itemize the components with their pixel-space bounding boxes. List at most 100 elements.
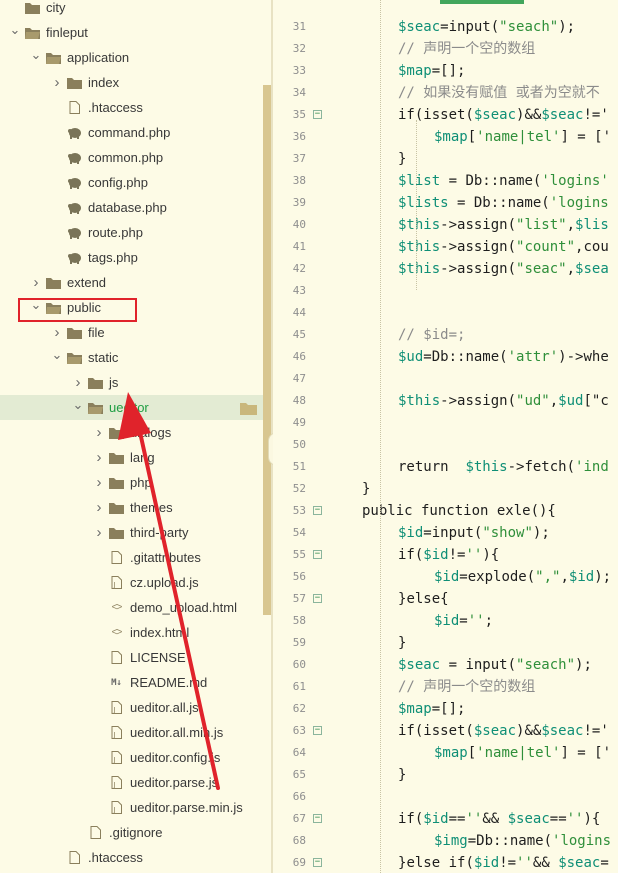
php-file-icon	[66, 150, 83, 165]
tree-item-ueditor-all-js[interactable]: Jueditor.all.js	[0, 695, 263, 720]
code-token: );	[558, 19, 576, 35]
tree-item-application[interactable]: ⌄ application	[0, 45, 263, 70]
tree-item-index[interactable]: › index	[0, 70, 263, 95]
tree-item-command-php[interactable]: command.php	[0, 120, 263, 145]
code-line: $map['name|tel'] = ['	[434, 126, 611, 148]
tree-item-js[interactable]: › js	[0, 370, 263, 395]
tree-item-ueditor-parse-min-js[interactable]: Jueditor.parse.min.js	[0, 795, 263, 820]
tree-item-route-php[interactable]: route.php	[0, 220, 263, 245]
line-number: 65	[292, 768, 306, 781]
line-number: 68	[292, 834, 306, 847]
line-number: 64	[292, 746, 306, 759]
line-number: 51	[292, 460, 306, 473]
code-token: ->assign(	[440, 393, 517, 409]
tree-item-gitignore[interactable]: .gitignore	[0, 820, 263, 845]
code-editor[interactable]: 31 32 33 34 35 36 37 38 39 40 41 42 43 44 45 46 47 48 49 50…	[273, 0, 618, 873]
code-token: ){	[482, 547, 500, 563]
code-token: ){	[583, 811, 601, 827]
code-token: $this	[398, 393, 441, 409]
code-token: $seac	[473, 723, 517, 739]
chevron-down-icon[interactable]: ⌄	[8, 22, 22, 38]
folder-open-icon	[24, 25, 41, 40]
code-token: =	[459, 613, 468, 629]
code-line: if(isset($seac)&&$seac!='	[398, 104, 609, 126]
code-token: $id	[434, 569, 460, 585]
tree-item-lang[interactable]: › lang	[0, 445, 263, 470]
tree-item-ueditor-all-min-js[interactable]: Jueditor.all.min.js	[0, 720, 263, 745]
tree-item-finleput[interactable]: ⌄ finleput	[0, 20, 263, 45]
tree-item-license[interactable]: LICENSE	[0, 645, 263, 670]
folder-icon	[87, 375, 104, 390]
tree-item-label: php	[130, 475, 152, 490]
tree-item-ueditor-config-js[interactable]: Jueditor.config.js	[0, 745, 263, 770]
code-line: if($id!=''){	[398, 544, 499, 566]
tree-item-label: ueditor	[109, 400, 149, 415]
tree-item-tags-php[interactable]: tags.php	[0, 245, 263, 270]
folder-icon	[108, 500, 125, 515]
fold-toggle-icon[interactable]: −	[313, 110, 322, 119]
file-icon	[66, 100, 83, 115]
code-area[interactable]: $seac=input("seach");// 声明一个空的数组 $map=[];…	[326, 0, 618, 873]
code-token: 'logins	[552, 833, 612, 849]
code-token: else if	[406, 855, 466, 871]
fold-toggle-icon[interactable]: −	[313, 858, 322, 867]
file-tree-scrollbar[interactable]	[263, 85, 271, 615]
tree-item-dialogs[interactable]: › dialogs	[0, 420, 263, 445]
chevron-down-icon[interactable]: ⌄	[50, 347, 64, 363]
chevron-right-icon[interactable]: ›	[50, 324, 64, 341]
fold-toggle-icon[interactable]: −	[313, 726, 322, 735]
tree-item-htaccess[interactable]: .htaccess	[0, 845, 263, 870]
code-token: $id	[423, 811, 449, 827]
fold-toggle-icon[interactable]: −	[313, 550, 322, 559]
tree-item-label: LICENSE	[130, 650, 186, 665]
tree-item-themes[interactable]: › themes	[0, 495, 263, 520]
tree-item-label: .htaccess	[88, 100, 143, 115]
code-line: $seac=input("seach");	[398, 16, 575, 38]
tree-item-ueditor-parse-js[interactable]: Jueditor.parse.js	[0, 770, 263, 795]
code-token: $seac	[398, 657, 441, 673]
code-token: 'ind	[575, 459, 609, 475]
chevron-right-icon[interactable]: ›	[92, 474, 106, 491]
tree-item-city[interactable]: city	[0, 0, 263, 20]
tree-item-database-php[interactable]: database.php	[0, 195, 263, 220]
code-token: );	[575, 657, 592, 673]
tree-item-extend[interactable]: › extend	[0, 270, 263, 295]
tree-item-cz-upload-js[interactable]: Jcz.upload.js	[0, 570, 263, 595]
tree-item-file[interactable]: › file	[0, 320, 263, 345]
chevron-down-icon[interactable]: ⌄	[71, 397, 85, 413]
tree-item-label: ueditor.parse.js	[130, 775, 219, 790]
tree-item-demo-upload-html[interactable]: <> demo_upload.html	[0, 595, 263, 620]
tree-item-common-php[interactable]: common.php	[0, 145, 263, 170]
tree-item-third-party[interactable]: › third-party	[0, 520, 263, 545]
chevron-down-icon[interactable]: ⌄	[29, 47, 43, 63]
chevron-right-icon[interactable]: ›	[92, 449, 106, 466]
chevron-right-icon[interactable]: ›	[92, 424, 106, 441]
code-token: = input(	[440, 657, 517, 673]
svg-text:J: J	[113, 806, 116, 814]
folder-open-action-icon[interactable]	[240, 400, 257, 419]
fold-toggle-icon[interactable]: −	[313, 506, 322, 515]
chevron-right-icon[interactable]: ›	[29, 274, 43, 291]
fold-toggle-icon[interactable]: −	[313, 814, 322, 823]
line-number: 66	[292, 790, 306, 803]
tree-item-index-html[interactable]: <> index.html	[0, 620, 263, 645]
tree-item-config-php[interactable]: config.php	[0, 170, 263, 195]
code-line: if($id==''&& $seac==''){	[398, 808, 600, 830]
line-number: 42	[292, 262, 306, 275]
fold-toggle-icon[interactable]: −	[313, 594, 322, 603]
code-line: // 声明一个空的数组	[398, 676, 535, 698]
tree-item-static[interactable]: ⌄ static	[0, 345, 263, 370]
tree-item-label: static	[88, 350, 119, 365]
chevron-right-icon[interactable]: ›	[92, 499, 106, 516]
code-token: if	[398, 811, 415, 827]
tree-item-ueditor[interactable]: ⌄ ueditor	[0, 395, 263, 420]
tree-item-gitattributes[interactable]: .gitattributes	[0, 545, 263, 570]
chevron-right-icon[interactable]: ›	[71, 374, 85, 391]
tree-item-php[interactable]: › php	[0, 470, 263, 495]
tree-item-htaccess[interactable]: .htaccess	[0, 95, 263, 120]
tree-item-readme-md[interactable]: M↓ README.md	[0, 670, 263, 695]
chevron-right-icon[interactable]: ›	[50, 74, 64, 91]
code-token: }	[398, 151, 407, 167]
chevron-right-icon[interactable]: ›	[92, 524, 106, 541]
code-token: $id	[398, 525, 424, 541]
